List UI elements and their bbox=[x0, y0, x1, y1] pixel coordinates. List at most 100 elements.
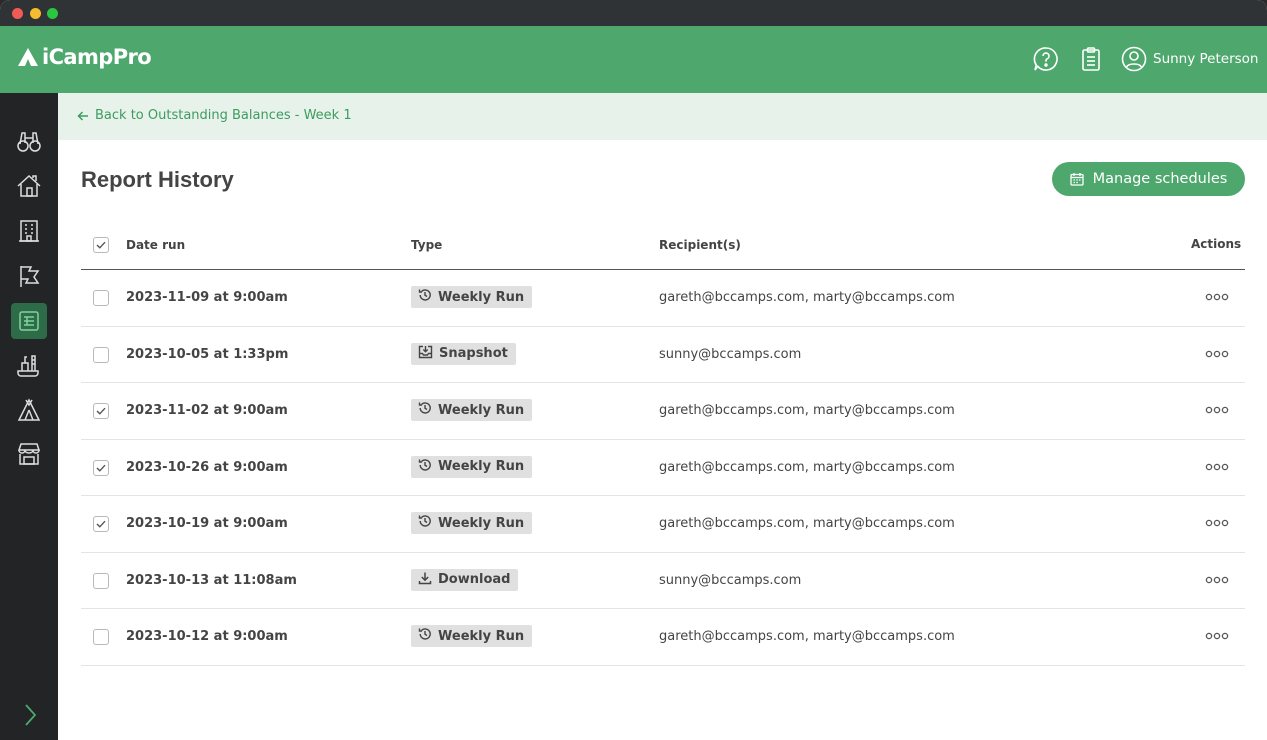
sidebar-item-home[interactable] bbox=[11, 168, 47, 204]
breadcrumb: Back to Outstanding Balances - Week 1 bbox=[58, 93, 1267, 140]
title-bar bbox=[0, 0, 1267, 26]
checkmark-icon bbox=[96, 464, 106, 472]
close-window-button[interactable] bbox=[12, 8, 23, 19]
sidebar-item-camps[interactable] bbox=[11, 392, 47, 428]
type-label: Weekly Run bbox=[438, 515, 525, 531]
binoculars-icon bbox=[17, 132, 41, 152]
checkmark-icon bbox=[96, 520, 106, 528]
back-link[interactable]: Back to Outstanding Balances - Week 1 bbox=[77, 108, 352, 123]
recipients-cell: gareth@bccamps.com, marty@bccamps.com bbox=[659, 629, 955, 644]
home-icon bbox=[17, 174, 41, 197]
select-all-checkbox[interactable] bbox=[93, 237, 109, 253]
more-actions-icon[interactable] bbox=[1205, 575, 1229, 585]
table-row: 2023-10-12 at 9:00am Weekly Run gareth@b… bbox=[81, 609, 1245, 666]
app-logo[interactable]: iCampPro bbox=[17, 45, 152, 69]
sidebar-item-activities[interactable] bbox=[11, 258, 47, 294]
table-row: 2023-11-02 at 9:00am Weekly Run gareth@b… bbox=[81, 383, 1245, 440]
history-icon bbox=[418, 458, 438, 476]
clipboard-icon[interactable] bbox=[1077, 45, 1105, 73]
more-actions-icon[interactable] bbox=[1205, 349, 1229, 359]
column-header-recipients[interactable]: Recipient(s) bbox=[659, 238, 741, 252]
sidebar-item-store[interactable] bbox=[11, 436, 47, 472]
more-actions-icon[interactable] bbox=[1205, 518, 1229, 528]
chevron-right-icon bbox=[25, 704, 37, 726]
type-badge: Weekly Run bbox=[411, 625, 533, 647]
more-actions-icon[interactable] bbox=[1205, 292, 1229, 302]
history-icon bbox=[418, 514, 438, 532]
date-run-cell: 2023-11-09 at 9:00am bbox=[126, 290, 288, 305]
table-row: 2023-10-13 at 11:08am Download sunny@bcc… bbox=[81, 553, 1245, 609]
back-link-label: Back to Outstanding Balances - Week 1 bbox=[95, 108, 352, 123]
table-body: 2023-11-09 at 9:00am Weekly Run gareth@b… bbox=[81, 270, 1245, 666]
help-icon[interactable] bbox=[1032, 45, 1060, 73]
maximize-window-button[interactable] bbox=[47, 8, 58, 19]
user-name[interactable]: Sunny Peterson bbox=[1153, 51, 1258, 67]
date-run-cell: 2023-10-12 at 9:00am bbox=[126, 629, 288, 644]
type-badge: Weekly Run bbox=[411, 512, 533, 534]
type-badge: Weekly Run bbox=[411, 286, 533, 308]
type-label: Weekly Run bbox=[438, 459, 525, 474]
table-row: 2023-10-05 at 1:33pm Snapshot sunny@bcca… bbox=[81, 327, 1245, 383]
download-icon bbox=[418, 571, 438, 589]
more-actions-icon[interactable] bbox=[1205, 405, 1229, 415]
history-icon bbox=[418, 288, 438, 306]
checkmark-icon bbox=[96, 407, 106, 415]
table-header: Date run Type Recipient(s) Actions bbox=[81, 222, 1245, 270]
store-icon bbox=[17, 443, 41, 465]
checkmark-icon bbox=[96, 241, 106, 249]
row-checkbox[interactable] bbox=[93, 572, 109, 589]
top-bar: iCampPro Sunny Peterson bbox=[0, 26, 1267, 93]
manage-schedules-button[interactable]: Manage schedules bbox=[1052, 162, 1245, 196]
page-title: Report History bbox=[81, 167, 234, 192]
row-checkbox[interactable] bbox=[93, 403, 109, 419]
date-run-cell: 2023-11-02 at 9:00am bbox=[126, 403, 288, 418]
minimize-window-button[interactable] bbox=[30, 8, 41, 19]
more-actions-icon[interactable] bbox=[1205, 631, 1229, 641]
calendar-icon bbox=[1069, 173, 1084, 186]
recipients-cell: gareth@bccamps.com, marty@bccamps.com bbox=[659, 290, 955, 305]
building-icon bbox=[19, 220, 39, 242]
column-header-date[interactable]: Date run bbox=[126, 238, 185, 252]
type-label: Snapshot bbox=[439, 346, 508, 361]
user-avatar-icon[interactable] bbox=[1120, 45, 1148, 73]
flag-icon bbox=[20, 266, 40, 287]
more-actions-icon[interactable] bbox=[1205, 462, 1229, 472]
date-run-cell: 2023-10-13 at 11:08am bbox=[126, 572, 297, 588]
type-badge: Download bbox=[411, 568, 519, 591]
tent-icon bbox=[17, 398, 41, 421]
date-run-cell: 2023-10-19 at 9:00am bbox=[126, 516, 288, 531]
recipients-cell: gareth@bccamps.com, marty@bccamps.com bbox=[659, 516, 955, 531]
row-checkbox[interactable] bbox=[93, 629, 109, 645]
recipients-cell: sunny@bccamps.com bbox=[659, 572, 802, 588]
tent-logo-icon bbox=[18, 48, 38, 66]
type-badge: Weekly Run bbox=[411, 399, 533, 421]
sidebar bbox=[0, 93, 58, 740]
column-header-type[interactable]: Type bbox=[411, 238, 442, 252]
sidebar-item-explore[interactable] bbox=[11, 123, 47, 159]
recipients-cell: sunny@bccamps.com bbox=[659, 346, 802, 362]
supplies-icon bbox=[17, 355, 39, 377]
reports-icon bbox=[19, 311, 39, 331]
sidebar-expand-button[interactable] bbox=[15, 700, 45, 730]
column-header-actions: Actions bbox=[1191, 237, 1242, 251]
type-label: Weekly Run bbox=[438, 289, 525, 305]
sidebar-item-supplies[interactable] bbox=[11, 347, 47, 383]
table-row: 2023-11-09 at 9:00am Weekly Run gareth@b… bbox=[81, 270, 1245, 327]
date-run-cell: 2023-10-26 at 9:00am bbox=[126, 459, 288, 475]
manage-schedules-label: Manage schedules bbox=[1092, 171, 1228, 187]
report-history-table: Date run Type Recipient(s) Actions 2023-… bbox=[81, 222, 1245, 666]
recipients-cell: gareth@bccamps.com, marty@bccamps.com bbox=[659, 459, 955, 475]
row-checkbox[interactable] bbox=[93, 290, 109, 306]
type-badge: Snapshot bbox=[411, 342, 516, 365]
sidebar-item-buildings[interactable] bbox=[11, 213, 47, 249]
table-row: 2023-10-26 at 9:00am Weekly Run gareth@b… bbox=[81, 440, 1245, 496]
type-label: Download bbox=[438, 572, 511, 587]
row-checkbox[interactable] bbox=[93, 516, 109, 532]
table-row: 2023-10-19 at 9:00am Weekly Run gareth@b… bbox=[81, 496, 1245, 553]
type-label: Weekly Run bbox=[438, 628, 525, 644]
type-badge: Weekly Run bbox=[411, 455, 533, 478]
row-checkbox[interactable] bbox=[93, 459, 109, 476]
row-checkbox[interactable] bbox=[93, 346, 109, 363]
app-name: iCampPro bbox=[42, 45, 152, 69]
sidebar-item-reports[interactable] bbox=[11, 303, 47, 339]
